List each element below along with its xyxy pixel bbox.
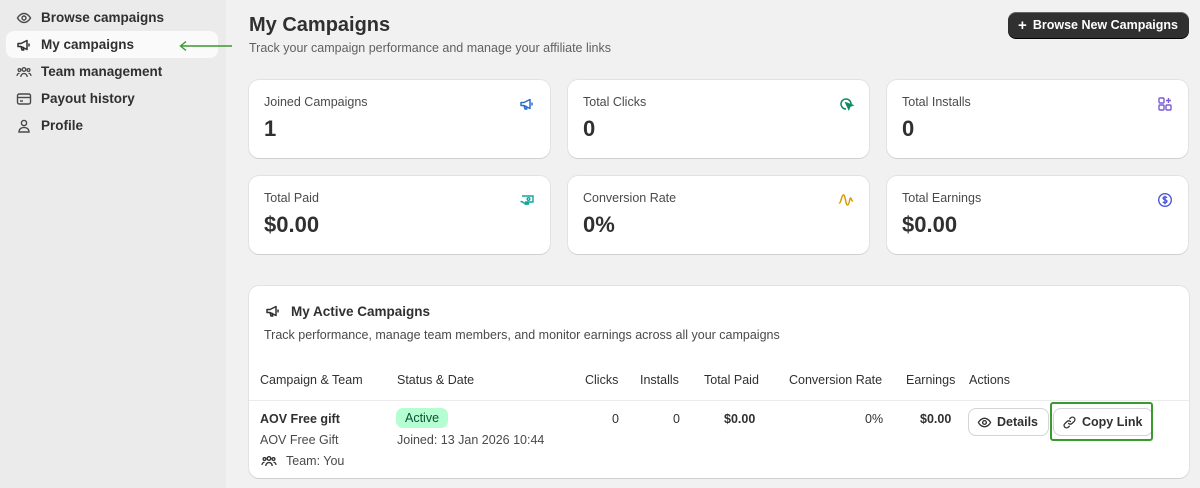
column-header-installs: Installs <box>640 373 679 387</box>
sidebar-item-label: My campaigns <box>41 37 135 52</box>
campaign-subname: AOV Free Gift <box>260 433 339 447</box>
stat-value: 0 <box>902 116 915 141</box>
joined-date: Joined: 13 Jan 2026 10:44 <box>397 433 545 447</box>
apps-icon <box>1157 96 1173 112</box>
browse-new-campaigns-label: Browse New Campaigns <box>1032 18 1178 32</box>
megaphone-icon <box>519 96 535 112</box>
browse-new-campaigns-button[interactable]: + Browse New Campaigns <box>1008 12 1189 38</box>
campaign-team: Team: You <box>261 453 344 469</box>
column-header-campaign-team: Campaign & Team <box>260 373 363 387</box>
details-button[interactable]: Details <box>969 409 1048 435</box>
main-content: My Campaigns Track your campaign perform… <box>249 0 1189 488</box>
stat-label: Total Installs <box>902 95 971 109</box>
section-title: My Active Campaigns <box>265 303 430 319</box>
cash-icon <box>519 192 535 208</box>
stat-value: 1 <box>264 116 277 141</box>
stat-label: Total Earnings <box>902 191 982 205</box>
stat-value: 0% <box>583 212 615 237</box>
details-label: Details <box>997 415 1038 429</box>
clicks-value: 0 <box>612 412 619 426</box>
sidebar-item-label: Profile <box>41 118 84 133</box>
stat-label: Total Clicks <box>583 95 647 109</box>
eye-icon <box>16 10 32 26</box>
header-divider <box>249 400 1189 401</box>
highlight-box <box>1050 402 1153 441</box>
column-header-actions: Actions <box>969 373 1010 387</box>
team-icon <box>16 64 32 80</box>
conversion-rate-value: 0% <box>865 412 884 426</box>
campaign-name: AOV Free gift <box>260 412 340 426</box>
section-title-text: My Active Campaigns <box>291 303 431 319</box>
installs-value: 0 <box>673 412 680 426</box>
page-title: My Campaigns <box>249 14 391 36</box>
earnings-value: $0.00 <box>920 412 952 426</box>
status-badge: Active <box>396 408 449 428</box>
stat-value: 0 <box>583 116 596 141</box>
column-header-total-paid: Total Paid <box>704 373 759 387</box>
sidebar-item-label: Payout history <box>41 91 135 106</box>
column-header-status-date: Status & Date <box>397 373 475 387</box>
stat-card-total-earnings: Total Earnings $0.00 <box>887 176 1188 254</box>
stat-card-joined-campaigns: Joined Campaigns 1 <box>249 80 550 158</box>
annotation-arrow-icon <box>179 40 232 52</box>
sidebar-item-profile[interactable]: Profile <box>6 112 218 139</box>
sidebar-item-team-management[interactable]: Team management <box>6 58 218 85</box>
eye-icon <box>977 415 992 430</box>
column-header-earnings: Earnings <box>906 373 956 387</box>
dollar-circle-icon <box>1157 192 1173 208</box>
sidebar-item-label: Browse campaigns <box>41 10 165 25</box>
team-label: Team: You <box>286 454 345 468</box>
stat-label: Joined Campaigns <box>264 95 368 109</box>
team-icon <box>261 453 277 469</box>
megaphone-icon <box>265 303 281 319</box>
page-subtitle: Track your campaign performance and mana… <box>249 41 611 55</box>
megaphone-icon <box>16 37 32 53</box>
stat-card-total-paid: Total Paid $0.00 <box>249 176 550 254</box>
sidebar-item-payout-history[interactable]: Payout history <box>6 85 218 112</box>
stat-card-total-installs: Total Installs 0 <box>887 80 1188 158</box>
sidebar: Browse campaigns My campaigns Team manag… <box>0 0 226 488</box>
pulse-icon <box>838 192 854 208</box>
sidebar-item-browse-campaigns[interactable]: Browse campaigns <box>6 4 218 31</box>
stat-value: $0.00 <box>902 212 958 237</box>
cursor-click-icon <box>838 96 855 112</box>
credit-card-icon <box>16 91 32 107</box>
stat-label: Total Paid <box>264 191 319 205</box>
stat-value: $0.00 <box>264 212 320 237</box>
stat-card-conversion-rate: Conversion Rate 0% <box>568 176 869 254</box>
total-paid-value: $0.00 <box>724 412 756 426</box>
plus-icon: + <box>1018 16 1027 34</box>
sidebar-item-label: Team management <box>41 64 163 79</box>
active-campaigns-card: My Active Campaigns Track performance, m… <box>249 286 1189 478</box>
stat-card-total-clicks: Total Clicks 0 <box>568 80 869 158</box>
person-icon <box>16 118 32 134</box>
column-header-clicks: Clicks <box>585 373 619 387</box>
section-subtitle: Track performance, manage team members, … <box>264 328 780 342</box>
column-header-conversion-rate: Conversion Rate <box>789 373 883 387</box>
stat-label: Conversion Rate <box>583 191 677 205</box>
